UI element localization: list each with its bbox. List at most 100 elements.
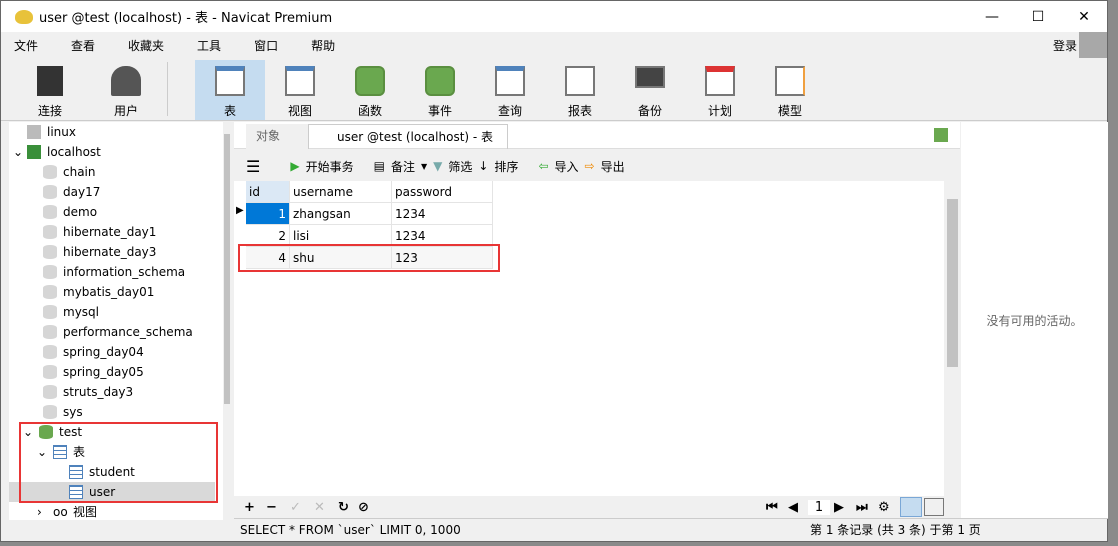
highlight-box bbox=[19, 422, 218, 503]
data-grid: id username password ▶ 1 zhangsan 1234 2… bbox=[234, 181, 960, 496]
toolbar-view[interactable]: 视图 bbox=[265, 60, 335, 120]
menu-tools[interactable]: 工具 bbox=[197, 37, 221, 54]
database-icon bbox=[43, 225, 57, 239]
column-header-id[interactable]: id bbox=[246, 181, 290, 203]
title-bar: user @test (localhost) - 表 - Navicat Pre… bbox=[1, 1, 1107, 32]
comment-button[interactable]: 备注 bbox=[391, 158, 415, 175]
scrollbar-thumb[interactable] bbox=[947, 199, 958, 367]
first-page-icon[interactable]: ⏮ bbox=[766, 500, 788, 515]
apply-icon[interactable]: ✓ bbox=[290, 500, 314, 515]
sort-button[interactable]: 排序 bbox=[494, 158, 518, 175]
toolbar-event[interactable]: 事件 bbox=[405, 60, 475, 120]
tree-db-day17[interactable]: day17 bbox=[43, 182, 100, 202]
sort-icon: ↓ bbox=[478, 159, 489, 173]
status-bar: SELECT * FROM `user` LIMIT 0, 1000 第 1 条… bbox=[234, 518, 1108, 540]
menu-view[interactable]: 查看 bbox=[71, 37, 95, 54]
delete-record-icon[interactable]: − bbox=[266, 500, 290, 515]
database-icon bbox=[43, 405, 57, 419]
tree-db-mysql[interactable]: mysql bbox=[43, 302, 99, 322]
menu-help[interactable]: 帮助 bbox=[311, 37, 335, 54]
grid-view-icon[interactable] bbox=[900, 497, 922, 517]
status-sql: SELECT * FROM `user` LIMIT 0, 1000 bbox=[240, 523, 461, 537]
navicat-window: user @test (localhost) - 表 - Navicat Pre… bbox=[0, 0, 1108, 542]
scrollbar-thumb[interactable] bbox=[224, 134, 230, 404]
grid-header: id username password bbox=[246, 181, 493, 203]
database-icon bbox=[43, 325, 57, 339]
menu-window[interactable]: 窗口 bbox=[254, 37, 278, 54]
toolbar-connection[interactable]: 连接 bbox=[15, 60, 85, 120]
export-button[interactable]: 导出 bbox=[601, 158, 625, 175]
tree-views-folder[interactable]: › oo 视图 bbox=[37, 502, 97, 520]
toolbar-backup[interactable]: 备份 bbox=[615, 60, 685, 120]
toolbar-function[interactable]: 函数 bbox=[335, 60, 405, 120]
column-header-password[interactable]: password bbox=[392, 181, 493, 203]
table-row[interactable]: 1 zhangsan 1234 bbox=[246, 203, 493, 225]
status-record: 第 1 条记录 (共 3 条) 于第 1 页 bbox=[810, 523, 981, 537]
avatar[interactable] bbox=[1079, 32, 1107, 58]
import-button[interactable]: 导入 bbox=[555, 158, 579, 175]
dropdown-icon[interactable]: ▼ bbox=[421, 162, 427, 171]
menu-file[interactable]: 文件 bbox=[14, 37, 38, 54]
close-button[interactable]: ✕ bbox=[1061, 1, 1107, 32]
toolbar-user[interactable]: 用户 bbox=[91, 60, 161, 120]
export-icon: ⇨ bbox=[584, 159, 595, 173]
grid-toolbar: ☰ ▶ 开始事务 ▤ 备注 ▼ ▼ 筛选 ↓ 排序 ⇦ 导入 ⇨ 导出 bbox=[234, 151, 960, 181]
tree-db-performance_schema[interactable]: performance_schema bbox=[43, 322, 193, 342]
add-record-icon[interactable]: + bbox=[244, 500, 266, 515]
next-page-icon[interactable]: ▶ bbox=[834, 500, 856, 515]
connection-icon bbox=[27, 145, 41, 159]
page-number-input[interactable]: 1 bbox=[808, 499, 830, 515]
tree-scrollbar[interactable] bbox=[223, 122, 231, 520]
tree-db-mybatis_day01[interactable]: mybatis_day01 bbox=[43, 282, 154, 302]
new-tab-icon[interactable] bbox=[934, 128, 948, 142]
connection-icon bbox=[27, 125, 41, 139]
last-page-icon[interactable]: ⏭ bbox=[856, 500, 878, 515]
tree-db-hibernate_day1[interactable]: hibernate_day1 bbox=[43, 222, 156, 242]
maximize-button[interactable]: ☐ bbox=[1015, 1, 1061, 32]
form-view-icon[interactable] bbox=[924, 498, 944, 516]
menu-bar: 文件 查看 收藏夹 工具 窗口 帮助 bbox=[1, 32, 1107, 58]
menu-favorites[interactable]: 收藏夹 bbox=[128, 37, 164, 54]
stop-icon[interactable]: ⊘ bbox=[358, 500, 378, 515]
tree-db-struts_day3[interactable]: struts_day3 bbox=[43, 382, 133, 402]
toolbar-table[interactable]: 表 bbox=[195, 60, 265, 120]
connection-icon bbox=[37, 66, 63, 96]
previous-page-icon[interactable]: ◀ bbox=[788, 500, 808, 515]
toolbar-schedule[interactable]: 计划 bbox=[685, 60, 755, 120]
tree-db-demo[interactable]: demo bbox=[43, 202, 97, 222]
cell-username[interactable]: zhangsan bbox=[290, 203, 392, 225]
database-icon bbox=[43, 305, 57, 319]
menu-icon[interactable]: ☰ bbox=[246, 157, 260, 176]
schedule-icon bbox=[705, 66, 735, 96]
tree-db-information_schema[interactable]: information_schema bbox=[43, 262, 185, 282]
navicat-logo-icon bbox=[15, 9, 33, 24]
login-link[interactable]: 登录 bbox=[1053, 37, 1077, 54]
tree-connection-localhost[interactable]: ⌄ localhost bbox=[13, 142, 101, 162]
minimize-button[interactable]: — bbox=[969, 1, 1015, 32]
database-icon bbox=[43, 165, 57, 179]
database-icon bbox=[43, 365, 57, 379]
model-icon bbox=[775, 66, 805, 96]
toolbar-query[interactable]: 查询 bbox=[475, 60, 545, 120]
filter-button[interactable]: 筛选 bbox=[448, 158, 472, 175]
cell-password[interactable]: 1234 bbox=[392, 203, 493, 225]
tree-db-hibernate_day3[interactable]: hibernate_day3 bbox=[43, 242, 156, 262]
window-title: user @test (localhost) - 表 - Navicat Pre… bbox=[39, 11, 333, 26]
toolbar-report[interactable]: 报表 bbox=[545, 60, 615, 120]
cell-id[interactable]: 1 bbox=[246, 203, 290, 225]
tree-db-chain[interactable]: chain bbox=[43, 162, 96, 182]
tab-objects[interactable]: 对象 bbox=[246, 124, 308, 149]
refresh-icon[interactable]: ↻ bbox=[338, 500, 358, 515]
grid-scrollbar[interactable] bbox=[944, 181, 960, 496]
discard-icon[interactable]: ✕ bbox=[314, 500, 338, 515]
toolbar-model[interactable]: 模型 bbox=[755, 60, 825, 120]
column-header-username[interactable]: username bbox=[290, 181, 392, 203]
tree-connection-linux[interactable]: linux bbox=[27, 122, 76, 142]
begin-transaction-button[interactable]: 开始事务 bbox=[306, 158, 354, 175]
tab-user-table[interactable]: user @test (localhost) - 表 bbox=[308, 124, 508, 149]
tree-db-spring_day04[interactable]: spring_day04 bbox=[43, 342, 144, 362]
tree-db-sys[interactable]: sys bbox=[43, 402, 83, 422]
tree-db-spring_day05[interactable]: spring_day05 bbox=[43, 362, 144, 382]
database-icon bbox=[43, 345, 57, 359]
settings-icon[interactable]: ⚙ bbox=[878, 500, 900, 515]
